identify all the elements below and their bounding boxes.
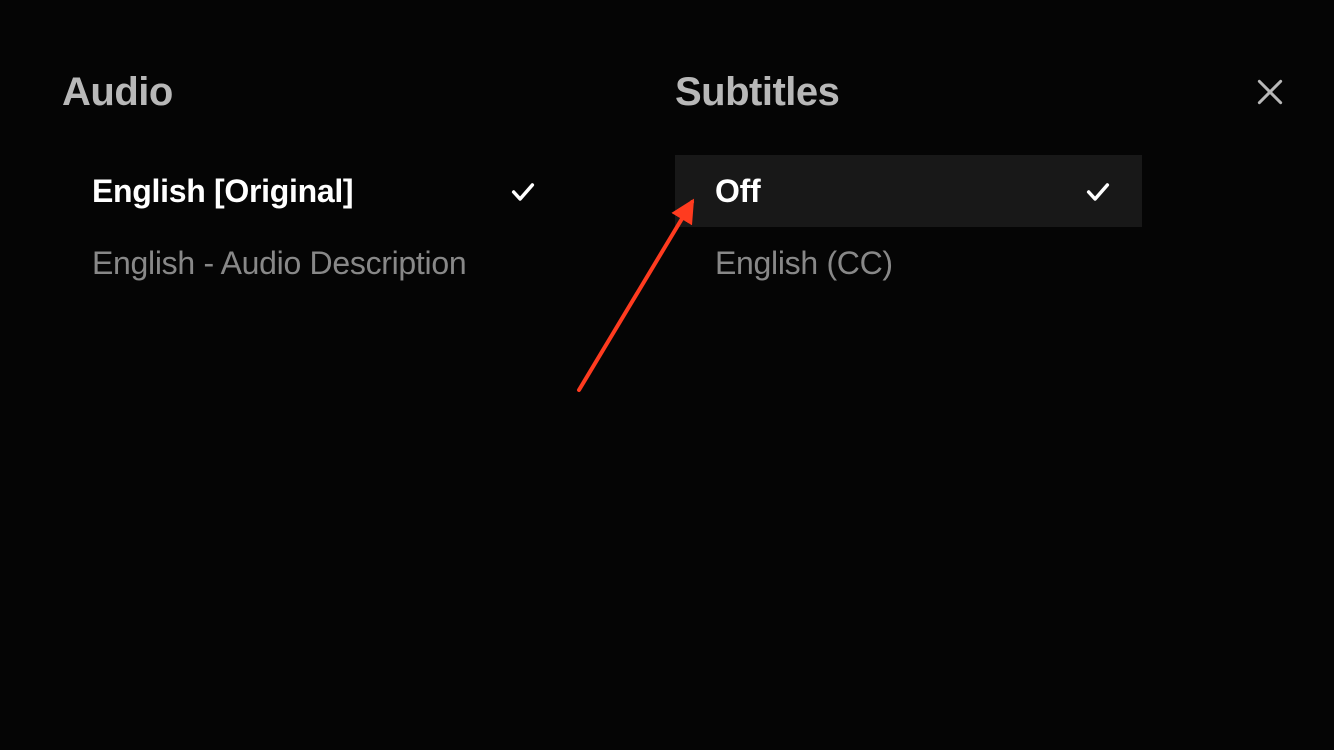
audio-subtitles-panel: Audio English [Original] English - Audio… <box>0 0 1334 750</box>
option-label: English (CC) <box>715 245 893 282</box>
subtitle-option-english-cc[interactable]: English (CC) <box>675 227 1142 299</box>
option-label: Off <box>715 173 760 210</box>
audio-column: Audio English [Original] English - Audio… <box>0 70 667 299</box>
audio-option-english-audio-description[interactable]: English - Audio Description <box>62 227 667 299</box>
audio-heading: Audio <box>62 70 667 115</box>
subtitles-column: Subtitles Off English (CC) <box>667 70 1334 299</box>
close-icon <box>1254 76 1286 113</box>
subtitle-option-off[interactable]: Off <box>675 155 1142 227</box>
checkmark-icon <box>509 177 537 205</box>
option-label: English - Audio Description <box>92 245 466 282</box>
subtitles-heading: Subtitles <box>667 70 1334 115</box>
checkmark-icon <box>1084 177 1112 205</box>
close-button[interactable] <box>1254 78 1286 110</box>
audio-option-list: English [Original] English - Audio Descr… <box>62 155 667 299</box>
option-label: English [Original] <box>92 173 353 210</box>
subtitles-option-list: Off English (CC) <box>667 155 1334 299</box>
audio-option-english-original[interactable]: English [Original] <box>62 155 667 227</box>
